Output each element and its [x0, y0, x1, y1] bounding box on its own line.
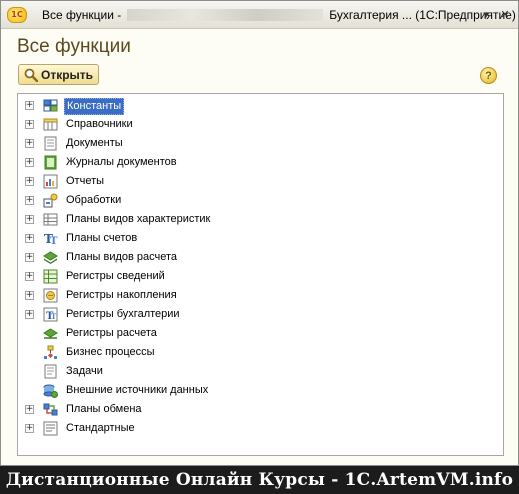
tree-row[interactable]: + Журналы документов — [18, 153, 503, 172]
help-icon[interactable]: ? — [480, 67, 497, 84]
tree-row[interactable]: + T T Планы счетов — [18, 229, 503, 248]
expand-node-icon[interactable]: + — [25, 310, 34, 319]
document-journals-icon — [44, 155, 57, 170]
tree-row[interactable]: + Константы — [18, 96, 503, 115]
exchange-plans-icon — [43, 403, 58, 416]
accounting-registers-icon: TT — [43, 307, 58, 322]
tree-row[interactable]: + Планы обмена — [18, 400, 503, 419]
open-button[interactable]: Открыть — [18, 64, 99, 85]
window-title-prefix: Все функции - — [42, 7, 122, 22]
page-title: Все функции — [17, 36, 131, 57]
standard-icon — [43, 421, 58, 436]
tree-row[interactable]: + Регистры накопления — [18, 286, 503, 305]
tree-item-label: Задачи — [66, 365, 103, 377]
tree-row[interactable]: Регистры расчета — [18, 324, 503, 343]
tree-item-label: Бизнес процессы — [66, 346, 155, 358]
calculation-types-icon — [43, 251, 58, 264]
tree-item-label: Планы видов расчета — [66, 251, 178, 263]
expand-node-icon[interactable]: + — [25, 139, 34, 148]
expand-node-icon[interactable]: + — [25, 234, 34, 243]
tree-row[interactable]: + Планы видов характеристик — [18, 210, 503, 229]
magnifier-icon — [24, 68, 38, 82]
all-functions-window: 1С Все функции - Бухгалтерия ... (1С:Пре… — [0, 0, 519, 466]
functions-tree[interactable]: + Константы + Справочники + Документы + Журналы… — [17, 93, 504, 456]
expand-node-icon[interactable]: + — [25, 177, 34, 186]
expand-node-icon[interactable]: + — [25, 101, 34, 110]
tree-row[interactable]: Бизнес процессы — [18, 343, 503, 362]
app-logo-icon[interactable]: 1С — [7, 6, 27, 23]
tree-row[interactable]: + Обработки — [18, 191, 503, 210]
expand-node-icon[interactable]: + — [25, 272, 34, 281]
expand-node-icon[interactable]: + — [25, 291, 34, 300]
calculation-registers-icon — [43, 328, 58, 339]
tree-row[interactable]: Задачи — [18, 362, 503, 381]
expand-node-icon[interactable]: + — [25, 253, 34, 262]
expand-node-icon[interactable]: + — [25, 158, 34, 167]
tree-row[interactable]: + Справочники — [18, 115, 503, 134]
accumulation-registers-icon — [43, 288, 58, 303]
charts-of-accounts-icon: TT — [44, 232, 58, 246]
tree-row[interactable]: + Стандартные — [18, 419, 503, 438]
tree-item-label: Регистры расчета — [66, 327, 157, 339]
tree-item-label: Документы — [66, 137, 123, 149]
tree-row[interactable]: + T T Регистры бухгалтерии — [18, 305, 503, 324]
information-registers-icon — [43, 269, 58, 284]
tree-item-label: Планы видов характеристик — [66, 213, 211, 225]
tree-item-label: Регистры сведений — [66, 270, 165, 282]
constants-icon — [43, 99, 58, 112]
expand-node-icon[interactable]: + — [25, 424, 34, 433]
tree-item-label: Регистры бухгалтерии — [66, 308, 180, 320]
tree-item-label: Планы счетов — [66, 232, 138, 244]
close-window-icon[interactable]: ✕ — [497, 6, 513, 22]
app-logo-text: 1С — [11, 10, 23, 19]
expand-node-icon[interactable]: + — [25, 196, 34, 205]
business-processes-icon — [44, 345, 57, 359]
course-banner: Дистанционные Онлайн Курсы - 1С.ArtemVM.… — [0, 466, 519, 494]
tree-item-label: Внешние источники данных — [66, 384, 209, 396]
tree-row[interactable]: + Документы — [18, 134, 503, 153]
tree-row[interactable]: + Регистры сведений — [18, 267, 503, 286]
tree-item-label: Стандартные — [66, 422, 135, 434]
title-bar[interactable]: 1С Все функции - Бухгалтерия ... (1С:Пре… — [1, 1, 518, 29]
tree-item-label: Регистры накопления — [66, 289, 177, 301]
tree-item-label: Константы — [64, 98, 125, 115]
svg-text:T: T — [51, 312, 57, 321]
tree-row[interactable]: + Планы видов расчета — [18, 248, 503, 267]
tree-item-label: Отчеты — [66, 175, 105, 187]
window-menu-dropdown-icon[interactable]: ▾ — [478, 6, 494, 22]
tree-row[interactable]: + Отчеты — [18, 172, 503, 191]
tasks-icon — [44, 364, 57, 379]
svg-text:T: T — [50, 236, 58, 246]
open-button-label: Открыть — [41, 67, 94, 82]
tree-item-label: Журналы документов — [66, 156, 177, 168]
documents-icon — [44, 136, 57, 151]
redacted-title-part — [127, 8, 324, 21]
catalogs-icon — [43, 118, 58, 131]
tree-item-label: Обработки — [66, 194, 122, 206]
reports-icon — [43, 174, 58, 189]
tree-item-label: Справочники — [66, 118, 133, 130]
external-data-sources-icon — [43, 384, 58, 398]
tree-row[interactable]: Внешние источники данных — [18, 381, 503, 400]
expand-node-icon[interactable]: + — [25, 120, 34, 129]
tree-item-label: Планы обмена — [66, 403, 142, 415]
data-processors-icon — [43, 193, 58, 208]
expand-node-icon[interactable]: + — [25, 215, 34, 224]
expand-node-icon[interactable]: + — [25, 405, 34, 414]
characteristic-types-icon — [43, 213, 58, 226]
